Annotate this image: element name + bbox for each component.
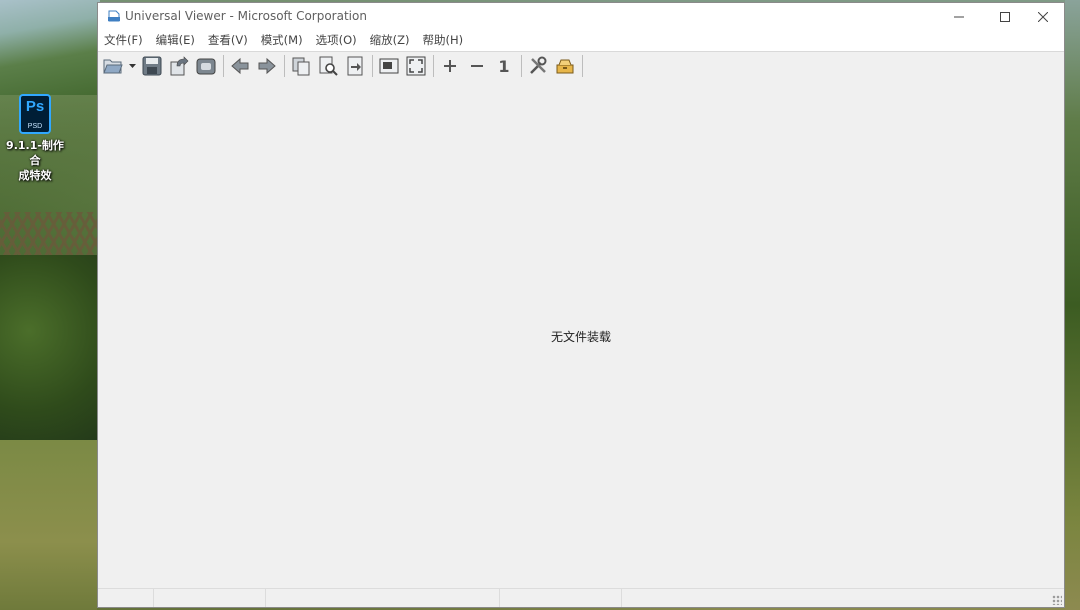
menu-zoom[interactable]: 缩放(Z)	[370, 31, 417, 51]
maximize-icon	[1000, 12, 1010, 22]
status-cell-4	[500, 589, 622, 607]
menu-edit[interactable]: 编辑(E)	[156, 31, 202, 51]
print-button[interactable]	[194, 54, 218, 78]
back-button[interactable]	[228, 54, 252, 78]
save-button[interactable]	[140, 54, 164, 78]
find-button[interactable]	[316, 54, 340, 78]
status-cell-5	[622, 589, 1064, 607]
desktop-icon-label-line2: 成特效	[18, 169, 52, 182]
toolbar-separator	[223, 55, 224, 77]
zoom-out-icon	[471, 65, 483, 67]
minimize-icon	[954, 16, 964, 18]
status-cell-1	[98, 589, 154, 607]
viewer-content-area[interactable]: 无文件装载	[98, 80, 1064, 590]
desktop-icon-label-line1: 9.1.1-制作合	[6, 139, 64, 167]
psd-badge: PSD	[27, 123, 43, 130]
desktop-wallpaper-foliage	[0, 255, 97, 445]
menu-file[interactable]: 文件(F)	[104, 31, 150, 51]
open-button[interactable]	[101, 54, 125, 78]
title-bar[interactable]: Universal Viewer - Microsoft Corporation	[98, 3, 1064, 31]
desktop-icon-psd-file[interactable]: Ps PSD 9.1.1-制作合 成特效	[2, 94, 68, 183]
chevron-down-icon	[128, 64, 136, 68]
empty-message: 无文件装载	[550, 330, 611, 344]
resize-grip[interactable]	[1052, 595, 1062, 605]
close-button[interactable]	[1020, 3, 1066, 31]
menu-bar: 文件(F) 编辑(E) 查看(V) 模式(M) 选项(O) 缩放(Z) 帮助(H…	[98, 31, 1064, 52]
forward-icon	[258, 57, 276, 75]
desktop-wallpaper-right	[1065, 0, 1080, 610]
tools-button[interactable]	[526, 54, 550, 78]
desktop-wallpaper-field	[0, 440, 97, 610]
toolbar-separator	[284, 55, 285, 77]
reload-button[interactable]	[167, 54, 191, 78]
toolbar-separator	[521, 55, 522, 77]
toolbar-separator	[582, 55, 583, 77]
desktop-wallpaper-sky	[0, 0, 100, 95]
fit-window-button[interactable]	[377, 54, 401, 78]
actual-size-button[interactable]: 1	[492, 54, 516, 78]
back-icon	[231, 57, 249, 75]
find-icon	[319, 56, 338, 76]
copy-button[interactable]	[289, 54, 313, 78]
menu-help[interactable]: 帮助(H)	[422, 31, 470, 51]
save-icon	[142, 56, 162, 76]
open-icon	[103, 59, 123, 74]
status-bar	[98, 588, 1064, 607]
reload-icon	[170, 56, 189, 76]
goto-icon	[347, 56, 363, 76]
plugin-icon	[556, 59, 574, 74]
fullscreen-icon	[406, 56, 426, 76]
status-cell-3	[266, 589, 500, 607]
toolbar-separator	[433, 55, 434, 77]
menu-options[interactable]: 选项(O)	[316, 31, 364, 51]
toolbar: 1	[98, 52, 1064, 81]
fit-window-icon	[379, 58, 399, 74]
desktop-icon-label: 9.1.1-制作合 成特效	[2, 138, 68, 183]
minimize-button[interactable]	[936, 3, 982, 31]
toolbar-separator	[372, 55, 373, 77]
zoom-in-icon	[444, 60, 456, 72]
forward-button[interactable]	[255, 54, 279, 78]
zoom-in-button[interactable]	[438, 54, 462, 78]
ps-badge: Ps	[25, 98, 45, 115]
desktop-wallpaper-bridge	[0, 212, 97, 260]
copy-icon	[292, 57, 310, 76]
plugin-button[interactable]	[553, 54, 577, 78]
zoom-out-button[interactable]	[465, 54, 489, 78]
tools-icon	[530, 56, 547, 74]
app-window: Universal Viewer - Microsoft Corporation…	[97, 2, 1065, 608]
goto-button[interactable]	[343, 54, 367, 78]
fullscreen-button[interactable]	[404, 54, 428, 78]
close-icon	[1038, 12, 1048, 22]
photoshop-file-icon: Ps PSD	[19, 94, 51, 134]
app-icon	[108, 10, 120, 22]
menu-view[interactable]: 查看(V)	[208, 31, 255, 51]
print-icon	[196, 58, 216, 75]
status-cell-2	[154, 589, 266, 607]
open-dropdown[interactable]	[128, 54, 136, 78]
window-title: Universal Viewer - Microsoft Corporation	[125, 9, 367, 23]
menu-mode[interactable]: 模式(M)	[261, 31, 310, 51]
actual-size-icon: 1	[498, 56, 510, 76]
